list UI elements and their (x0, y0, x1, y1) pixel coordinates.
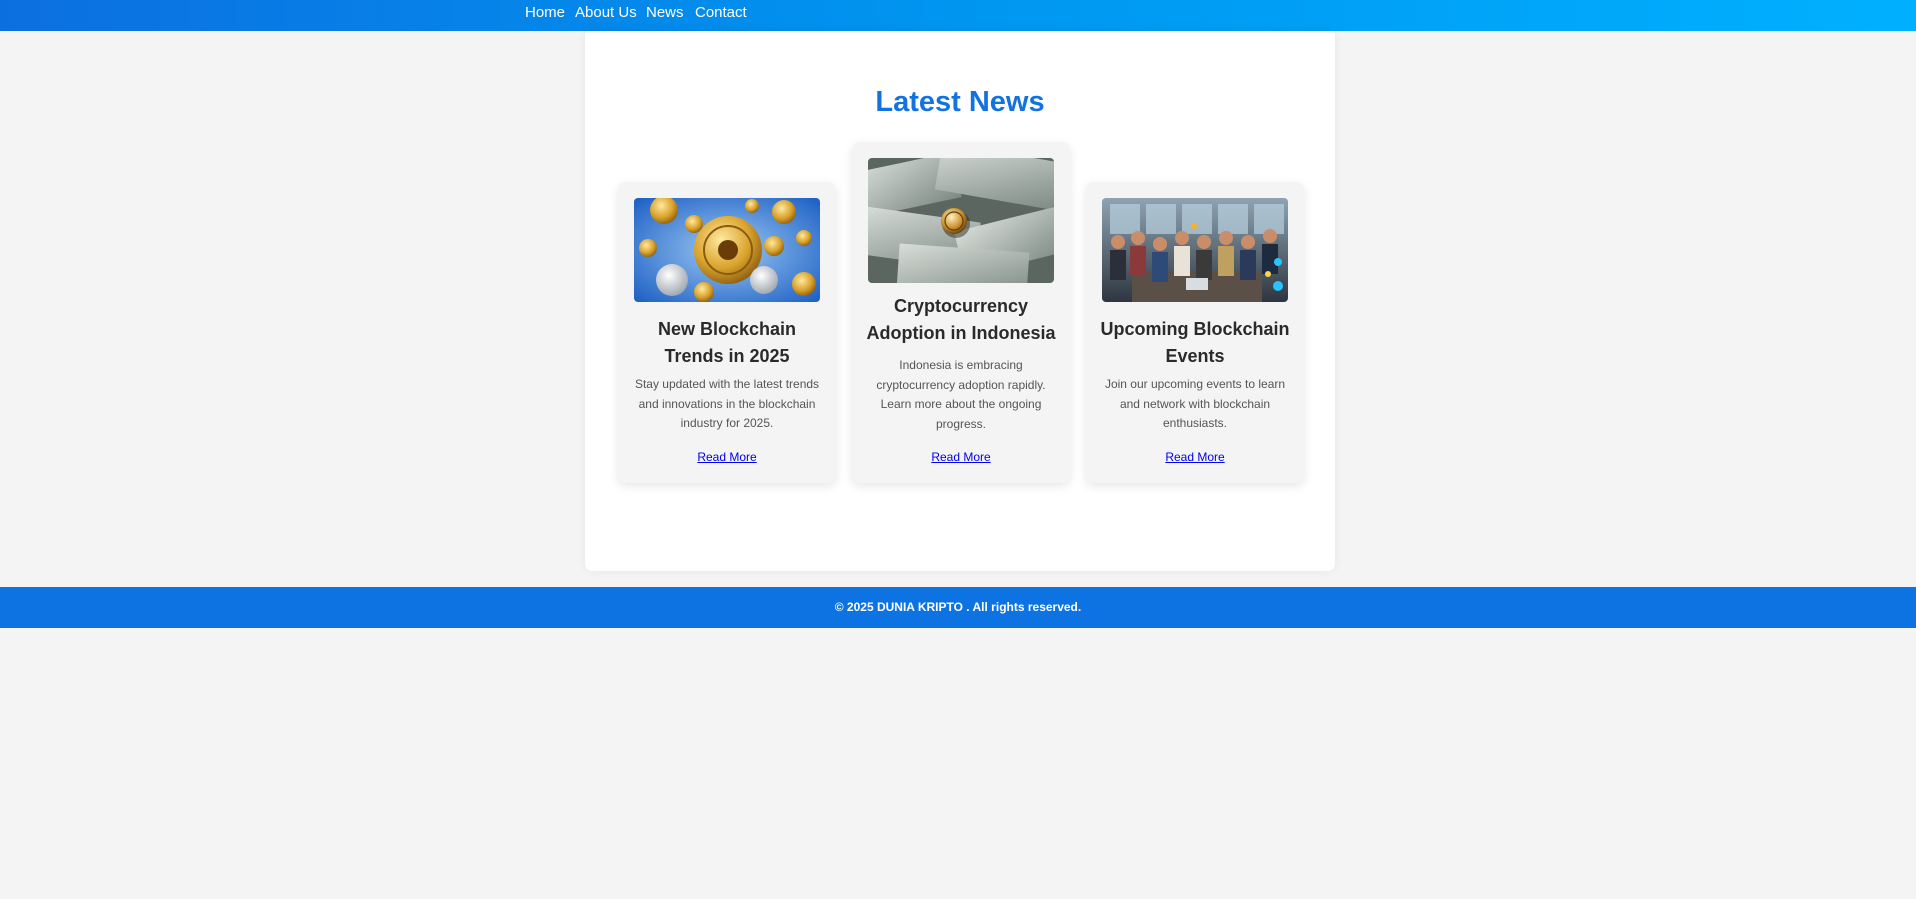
news-card-blockchain-trends: New Blockchain Trends in 2025 Stay updat… (618, 182, 836, 483)
card-title: Upcoming Blockchain Events (1100, 319, 1290, 366)
bitcoin-on-dollar-bills-image (868, 158, 1054, 283)
read-more-link[interactable]: Read More (852, 450, 1070, 464)
nav-news-link[interactable]: News (646, 4, 684, 21)
people-at-blockchain-event-image (1102, 198, 1288, 302)
page-title: Latest News (875, 86, 1045, 118)
read-more-link[interactable]: Read More (618, 450, 836, 464)
card-title: Cryptocurrency Adoption in Indonesia (866, 296, 1056, 343)
card-description: Stay updated with the latest trends and … (634, 377, 820, 430)
news-card-upcoming-events: Upcoming Blockchain Events Join our upco… (1086, 182, 1304, 483)
footer: © 2025 DUNIA KRIPTO . All rights reserve… (0, 587, 1916, 628)
nav-home-link[interactable]: Home (525, 4, 565, 21)
top-navigation: Home About Us News Contact (0, 0, 1916, 31)
news-card-crypto-adoption-indonesia: Cryptocurrency Adoption in Indonesia Ind… (852, 142, 1070, 483)
nav-contact-link[interactable]: Contact (695, 4, 747, 21)
card-title: New Blockchain Trends in 2025 (657, 319, 797, 366)
footer-copyright: © 2025 DUNIA KRIPTO . All rights reserve… (834, 600, 1082, 614)
card-description: Join our upcoming events to learn and ne… (1104, 377, 1286, 430)
read-more-link[interactable]: Read More (1086, 450, 1304, 464)
nav-about-us-link[interactable]: About Us (575, 4, 637, 21)
card-description: Indonesia is embracing cryptocurrency ad… (876, 358, 1046, 431)
main-content-container: Latest News New Blockchain Trends in 202… (585, 31, 1335, 571)
gold-crypto-coins-image (634, 198, 820, 302)
